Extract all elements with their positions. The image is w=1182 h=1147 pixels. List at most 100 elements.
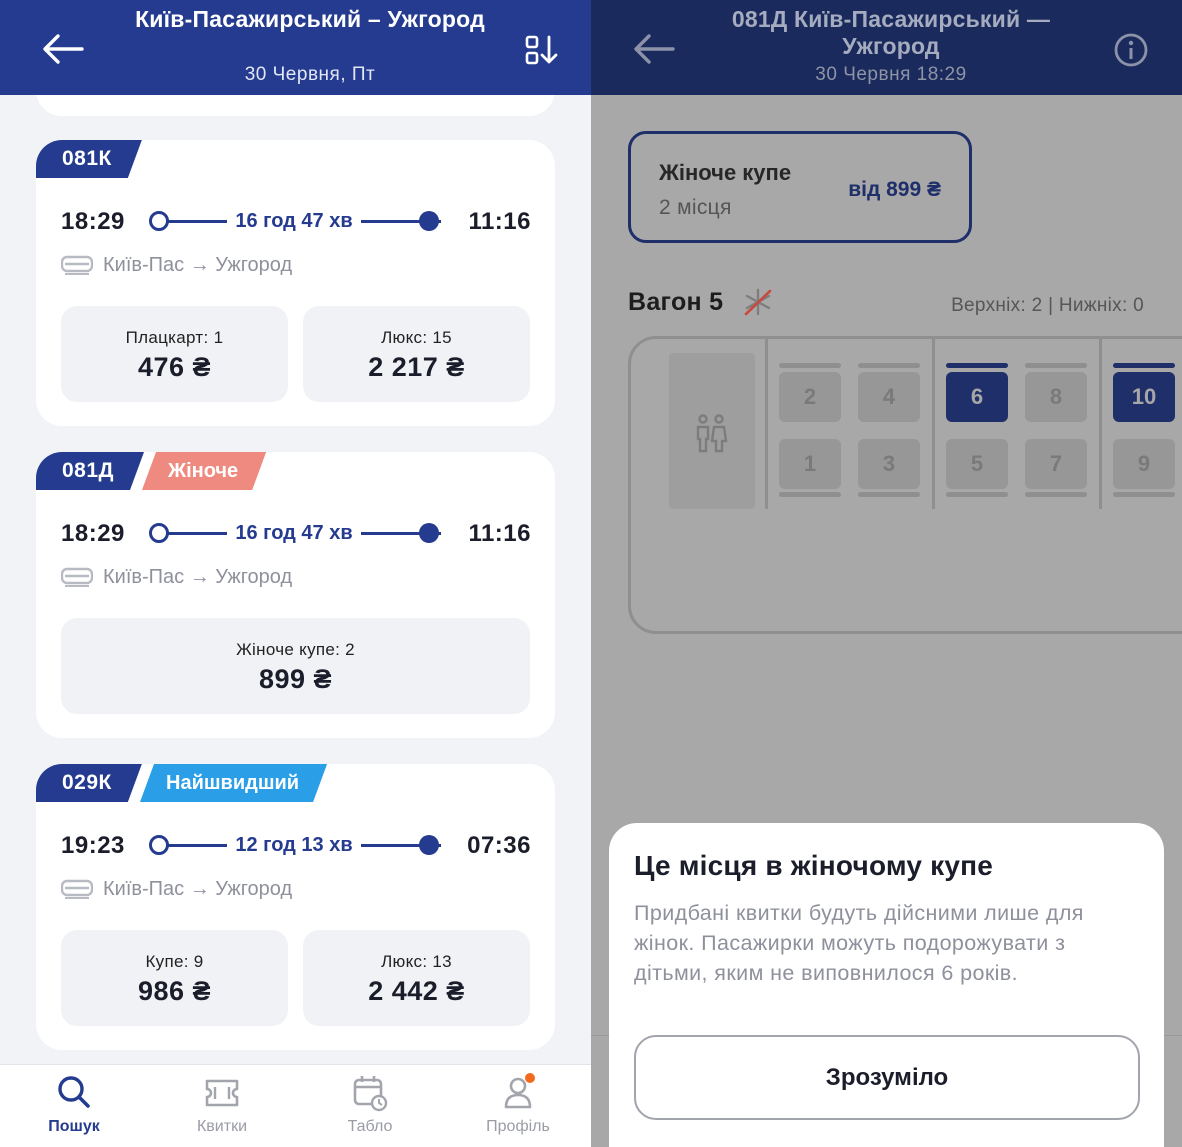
lower-berth-bar bbox=[779, 492, 841, 497]
fare-option[interactable]: Плацкарт: 1 476 ₴ bbox=[61, 306, 288, 402]
fare-price: 2 442 ₴ bbox=[368, 976, 465, 1006]
fare-option[interactable]: Купе: 9 986 ₴ bbox=[61, 930, 288, 1026]
train-times: 18:29 16 год 47 хв 11:16 bbox=[61, 520, 531, 550]
compartment-divider bbox=[932, 339, 935, 509]
seat-4[interactable]: 4 bbox=[858, 372, 920, 422]
arrival-time: 11:16 bbox=[468, 208, 531, 235]
tab-label: Квитки bbox=[196, 1118, 248, 1135]
class-seats-count: 2 місця bbox=[659, 196, 732, 219]
compartment-divider bbox=[765, 339, 768, 509]
seat-header: 081Д Київ-Пасажирський — Ужгород 30 Черв… bbox=[591, 0, 1182, 95]
train-times: 19:23 12 год 13 хв 07:36 bbox=[61, 832, 531, 862]
trip-duration: 16 год 47 хв bbox=[227, 210, 361, 232]
toilet-area bbox=[669, 353, 755, 509]
fare-class: Люкс: 13 bbox=[381, 952, 452, 971]
understood-button[interactable]: Зрозуміло bbox=[634, 1035, 1140, 1120]
seat-1[interactable]: 1 bbox=[779, 439, 841, 489]
page-title: Київ-Пасажирський – Ужгород bbox=[135, 6, 485, 32]
search-header: Київ-Пасажирський – Ужгород 30 Червня, П… bbox=[0, 0, 591, 95]
sheet-message: Придбані квитки будуть дійсними лише для… bbox=[634, 901, 1084, 985]
tab-board[interactable]: Табло bbox=[296, 1065, 444, 1147]
notification-dot-icon bbox=[525, 1073, 535, 1083]
departure-time: 18:29 bbox=[61, 208, 125, 235]
departure-dot-icon bbox=[149, 523, 169, 543]
seat-9[interactable]: 9 bbox=[1113, 439, 1175, 489]
wagon-title: Вагон 5 bbox=[628, 288, 724, 316]
fare-option[interactable]: Люкс: 15 2 217 ₴ bbox=[303, 306, 530, 402]
bottom-tab-bar: Пошук Квитки Табло Профіль bbox=[0, 1064, 591, 1147]
upper-berth-bar bbox=[1113, 363, 1175, 368]
train-icon bbox=[61, 255, 93, 275]
back-arrow-icon[interactable] bbox=[40, 31, 86, 67]
route: Київ-Пас → Ужгород bbox=[61, 874, 292, 904]
tab-search[interactable]: Пошук bbox=[0, 1065, 148, 1147]
seat-3[interactable]: 3 bbox=[858, 439, 920, 489]
departure-time: 19:23 bbox=[61, 832, 125, 859]
travel-date: 30 Червня, Пт bbox=[244, 64, 376, 85]
seat-selection-screen: 081Д Київ-Пасажирський — Ужгород 30 Черв… bbox=[591, 0, 1182, 1147]
fare-class: Плацкарт: 1 bbox=[125, 328, 224, 347]
class-option-card[interactable]: Жіноче купе 2 місця від 899 ₴ bbox=[628, 131, 972, 243]
fare-price: 2 217 ₴ bbox=[368, 352, 465, 382]
upper-berth-bar bbox=[1025, 363, 1087, 368]
berths-availability: Верхніх: 2 | Нижніх: 0 bbox=[951, 295, 1144, 316]
toilet-icon bbox=[696, 414, 728, 453]
fare-price: 476 ₴ bbox=[137, 352, 212, 382]
tab-label: Пошук bbox=[48, 1118, 100, 1135]
search-results-screen: 081К 18:29 16 год 47 хв 11:16 Київ-Пас →… bbox=[0, 0, 591, 1147]
trip-duration: 16 год 47 хв bbox=[227, 522, 361, 544]
search-icon bbox=[58, 1076, 90, 1108]
lower-berth-bar bbox=[1113, 492, 1175, 497]
fare-price: 986 ₴ bbox=[137, 976, 212, 1006]
train-icon bbox=[61, 567, 93, 587]
train-card[interactable]: Жіноче купе 081Д 18:29 16 год 47 хв 11:1… bbox=[36, 452, 555, 738]
arrival-dot-icon bbox=[419, 211, 439, 231]
fastest-badge: Найшвидший bbox=[140, 764, 327, 802]
seat-6[interactable]: 6 bbox=[946, 372, 1008, 422]
fare-price: 899 ₴ bbox=[258, 664, 333, 694]
arrival-dot-icon bbox=[419, 523, 439, 543]
tab-label: Табло bbox=[347, 1118, 393, 1135]
seat-5[interactable]: 5 bbox=[946, 439, 1008, 489]
route-text: Київ-Пас → Ужгород bbox=[103, 877, 293, 900]
upper-berth-bar bbox=[858, 363, 920, 368]
womens-compartment-sheet: Це місця в жіночому купе Придбані квитки… bbox=[609, 823, 1164, 1147]
back-arrow-icon[interactable] bbox=[631, 31, 677, 67]
class-price: від 899 ₴ bbox=[848, 178, 941, 201]
seat-8[interactable]: 8 bbox=[1025, 372, 1087, 422]
class-name: Жіноче купе bbox=[659, 160, 792, 185]
seat-10[interactable]: 10 bbox=[1113, 372, 1175, 422]
page-title: 081Д Київ-Пасажирський — Ужгород bbox=[731, 6, 1051, 59]
seat-2[interactable]: 2 bbox=[779, 372, 841, 422]
ticket-icon bbox=[205, 1079, 239, 1107]
sort-icon[interactable] bbox=[524, 34, 560, 66]
lower-berth-bar bbox=[946, 492, 1008, 497]
fare-option[interactable]: Жіноче купе: 2 899 ₴ bbox=[61, 618, 530, 714]
departure-dot-icon bbox=[149, 835, 169, 855]
arrival-dot-icon bbox=[419, 835, 439, 855]
train-times: 18:29 16 год 47 хв 11:16 bbox=[61, 208, 531, 238]
route: Київ-Пас → Ужгород bbox=[61, 562, 292, 592]
route-text: Київ-Пас → Ужгород bbox=[103, 565, 293, 588]
info-icon[interactable] bbox=[1113, 32, 1149, 68]
tab-tickets[interactable]: Квитки bbox=[148, 1065, 296, 1147]
profile-icon bbox=[504, 1073, 535, 1109]
upper-berth-bar bbox=[946, 363, 1008, 368]
tab-profile[interactable]: Профіль bbox=[444, 1065, 591, 1147]
route: Київ-Пас → Ужгород bbox=[61, 250, 292, 280]
train-icon bbox=[61, 879, 93, 899]
fare-option[interactable]: Люкс: 13 2 442 ₴ bbox=[303, 930, 530, 1026]
train-number-badge: 081Д bbox=[36, 452, 144, 490]
fare-class: Купе: 9 bbox=[145, 952, 204, 971]
departure-datetime: 30 Червня 18:29 bbox=[815, 64, 967, 85]
train-number-badge: 081К bbox=[36, 140, 142, 178]
lower-berth-bar bbox=[1025, 492, 1087, 497]
calendar-clock-icon bbox=[353, 1076, 388, 1112]
lower-berth-bar bbox=[858, 492, 920, 497]
wagon-scheme: 2 4 1 3 6 8 5 7 10 9 bbox=[628, 336, 1182, 634]
train-card[interactable]: Найшвидший 029К 19:23 12 год 13 хв 07:36… bbox=[36, 764, 555, 1050]
train-card[interactable]: 081К 18:29 16 год 47 хв 11:16 Київ-Пас →… bbox=[36, 140, 555, 426]
tab-label: Профіль bbox=[486, 1118, 550, 1135]
fare-class: Жіноче купе: 2 bbox=[236, 640, 355, 659]
seat-7[interactable]: 7 bbox=[1025, 439, 1087, 489]
